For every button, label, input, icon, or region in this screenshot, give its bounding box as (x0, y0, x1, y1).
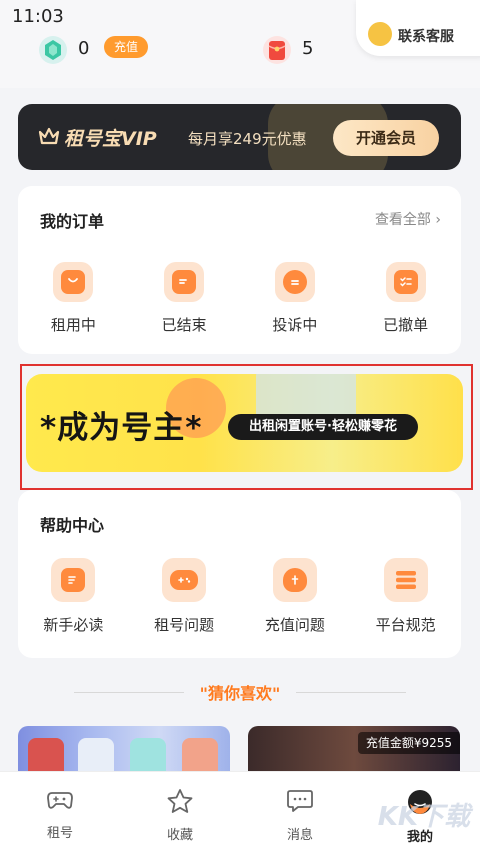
recommend-section-header: "猜你喜欢" (70, 680, 410, 704)
order-status-grid: 租用中 已结束 投诉中 已撤单 (18, 262, 461, 335)
money-bag-icon (282, 568, 307, 592)
bag-icon (61, 270, 86, 294)
view-all-orders-link[interactable]: 查看全部 › (375, 209, 441, 229)
chat-icon (282, 270, 307, 294)
tab-rent[interactable]: 租号 (0, 772, 120, 853)
help-platform-rules-label: 平台规范 (375, 616, 436, 634)
order-ended[interactable]: 已结束 (129, 262, 240, 335)
rules-icon (394, 568, 418, 592)
watermark-logo: KK下载 (377, 802, 470, 832)
customer-service-label: 联系客服 (398, 29, 454, 45)
recharge-button[interactable]: 充值 (104, 36, 148, 58)
gamepad-icon (47, 792, 73, 809)
red-packet-count: 5 (302, 38, 314, 59)
help-beginner-guide-label: 新手必读 (43, 616, 104, 634)
gem-icon[interactable] (38, 34, 68, 66)
divider-right (296, 692, 406, 693)
tab-favorites[interactable]: 收藏 (120, 772, 240, 853)
help-platform-rules[interactable]: 平台规范 (350, 558, 461, 635)
orders-title: 我的订单 (40, 212, 105, 231)
order-complaint[interactable]: 投诉中 (240, 262, 351, 335)
banner-headline: *成为号主* (40, 410, 203, 446)
help-center-card: 帮助中心 新手必读 租号问题 充值问题 平台规范 (18, 490, 461, 658)
tab-messages-label: 消息 (286, 828, 313, 843)
help-rental-issues-label: 租号问题 (154, 616, 215, 634)
banner-slogan: 出租闲置账号·轻松赚零花 (228, 414, 418, 440)
wallet-row: 0 充值 5 联系客服 (0, 0, 480, 88)
tab-messages[interactable]: 消息 (240, 772, 360, 853)
star-icon (167, 789, 193, 813)
customer-service-button[interactable]: 联系客服 (356, 0, 480, 56)
help-rental-issues[interactable]: 租号问题 (129, 558, 240, 635)
my-orders-card: 我的订单 查看全部 › 租用中 已结束 投诉中 已撤单 (18, 186, 461, 354)
order-cancelled-label: 已撤单 (383, 316, 429, 334)
service-avatar-icon (368, 22, 392, 46)
status-time: 11:03 (12, 6, 64, 27)
help-title: 帮助中心 (40, 516, 105, 535)
order-renting-label: 租用中 (50, 316, 96, 334)
message-icon (287, 790, 313, 812)
tab-favorites-label: 收藏 (166, 828, 193, 843)
guide-icon (61, 568, 86, 592)
vip-brand: 租号宝VIP (64, 128, 157, 150)
document-icon (172, 270, 197, 294)
help-recharge-issues-label: 充值问题 (264, 616, 325, 634)
help-recharge-issues[interactable]: 充值问题 (240, 558, 351, 635)
help-beginner-guide[interactable]: 新手必读 (18, 558, 129, 635)
tab-rent-label: 租号 (46, 826, 73, 841)
order-cancelled[interactable]: 已撤单 (350, 262, 461, 335)
order-complaint-label: 投诉中 (272, 316, 318, 334)
recharge-amount-tag: 充值金额¥9255 (357, 732, 460, 754)
highlight-frame: *成为号主* 出租闲置账号·轻松赚零花 (20, 364, 473, 490)
crown-icon (38, 127, 60, 145)
become-owner-banner[interactable]: *成为号主* 出租闲置账号·轻松赚零花 (26, 374, 463, 472)
order-ended-label: 已结束 (161, 316, 207, 334)
gem-count: 0 (78, 38, 90, 59)
vip-promo-text: 每月享249元优惠 (188, 130, 307, 148)
checklist-icon (393, 270, 418, 294)
gamepad-icon (170, 570, 199, 590)
order-renting[interactable]: 租用中 (18, 262, 129, 335)
vip-banner[interactable]: 租号宝VIP 每月享249元优惠 开通会员 (18, 104, 461, 170)
red-packet-icon[interactable] (262, 34, 292, 66)
open-vip-button[interactable]: 开通会员 (333, 120, 439, 156)
help-grid: 新手必读 租号问题 充值问题 平台规范 (18, 558, 461, 635)
